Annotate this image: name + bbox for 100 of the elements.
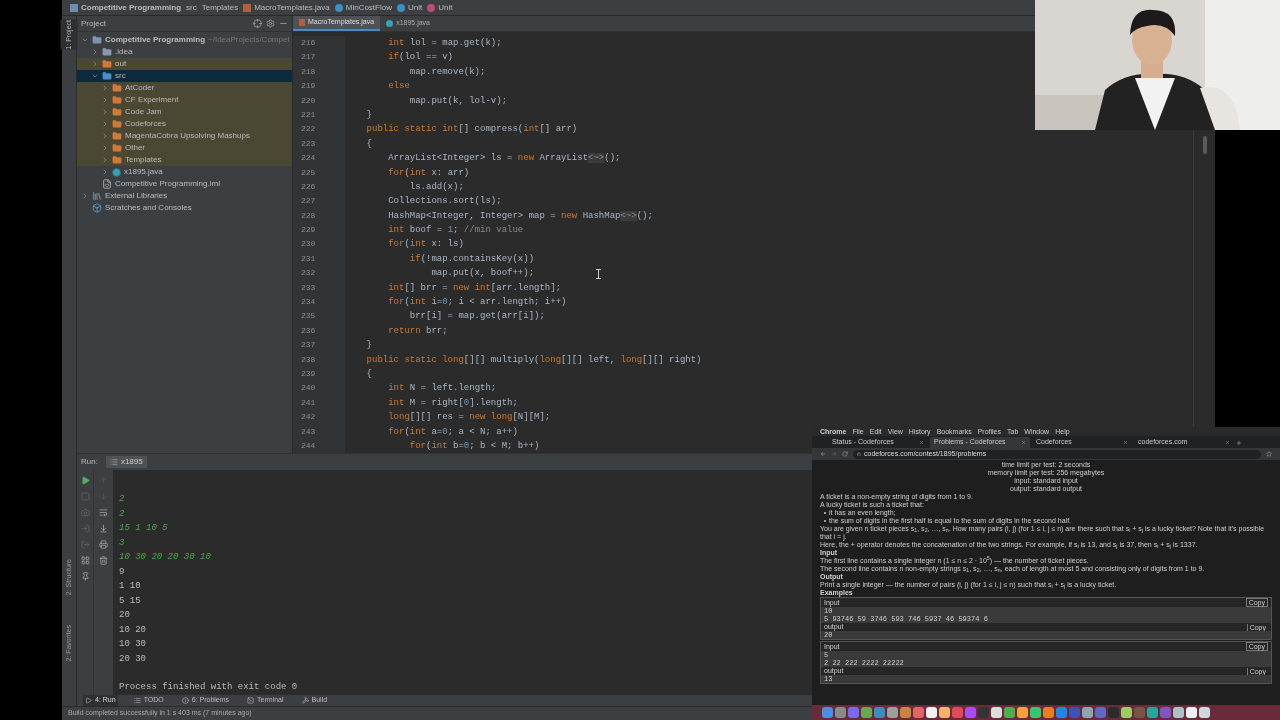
line-number: 223 <box>300 137 317 150</box>
tree-item[interactable]: Templates <box>77 154 292 166</box>
line-number: 235 <box>300 310 317 323</box>
scroll-to-end-icon[interactable] <box>99 524 108 534</box>
console-line: 10 20 <box>119 623 146 637</box>
console-line: 10 30 <box>119 638 146 652</box>
app-icon[interactable] <box>1082 707 1093 718</box>
tree-item[interactable]: out <box>77 58 292 70</box>
tree-item-label: MagentaCobra Upsolving Mashups <box>125 130 250 142</box>
code-line: HashMap<Integer, Integer> map = new HashMap<~>(); <box>387 209 653 223</box>
app-icon[interactable] <box>926 707 937 718</box>
bookmark-star-icon[interactable] <box>1266 451 1272 457</box>
tree-item[interactable]: src <box>77 70 292 82</box>
line-number: 225 <box>300 166 317 179</box>
breadcrumb[interactable]: Templates <box>201 1 239 14</box>
line-number: 222 <box>300 123 317 136</box>
close-icon[interactable] <box>1225 440 1230 445</box>
code-line: int M = right[0].length; <box>387 396 518 410</box>
app-icon[interactable] <box>1030 707 1041 718</box>
code-line: for(int i=0; i < arr.length; i++) <box>387 296 567 310</box>
line-number: 231 <box>300 252 317 265</box>
code-line: for(int b=0; b < M; b++) <box>408 439 540 453</box>
close-icon[interactable] <box>919 440 924 445</box>
panel-title[interactable]: Project <box>81 17 249 30</box>
reload-icon[interactable] <box>842 451 848 457</box>
app-icon[interactable] <box>1186 707 1197 718</box>
code-line: int N = left.length; <box>387 382 497 396</box>
console-line: Process finished with exit code 0 <box>119 681 298 695</box>
app-icon[interactable] <box>861 707 872 718</box>
app-icon[interactable] <box>900 707 911 718</box>
login-icon[interactable] <box>80 524 90 534</box>
hammer-icon <box>301 696 309 704</box>
tree-item[interactable]: AtCoder <box>77 82 292 94</box>
tree-item[interactable]: External Libraries <box>77 190 292 202</box>
forward-icon[interactable] <box>831 451 837 457</box>
tree-item[interactable]: Code Jam <box>77 106 292 118</box>
soft-wrap-icon[interactable] <box>99 508 108 518</box>
breadcrumb[interactable]: Unit <box>427 1 453 14</box>
breadcrumb[interactable]: MinCostFlow <box>334 1 392 14</box>
tree-item[interactable]: Other <box>77 142 292 154</box>
breadcrumb[interactable]: Unit <box>397 1 423 14</box>
class-file-icon <box>112 167 121 177</box>
terminal-icon <box>247 696 255 704</box>
line-number: 237 <box>300 339 317 352</box>
tree-item[interactable]: .idea <box>77 46 292 58</box>
tree-item[interactable]: x1895.java <box>77 166 292 178</box>
breadcrumb[interactable]: MacroTemplates.java <box>243 1 330 14</box>
console-line: 10 30 20 20 30 10 <box>119 551 211 565</box>
code-line: map.remove(k); <box>408 65 486 79</box>
pin-icon[interactable] <box>80 572 90 582</box>
trash-icon[interactable] <box>99 556 108 566</box>
console-line: 15 1 10 5 <box>119 522 168 536</box>
tree-item[interactable]: Scratches and Consoles <box>77 202 292 214</box>
run-tab[interactable]: x1895 <box>105 456 147 469</box>
app-icon[interactable] <box>887 707 898 718</box>
print-icon[interactable] <box>99 540 108 550</box>
java-file-icon <box>243 3 252 12</box>
app-icon[interactable] <box>991 707 1002 718</box>
run-icon[interactable] <box>80 476 90 486</box>
tree-item-label: AtCoder <box>125 82 155 94</box>
module-file-icon <box>102 179 112 189</box>
tree-item-label: External Libraries <box>105 190 168 202</box>
tree-item[interactable]: Competitive Programming.iml <box>77 178 292 190</box>
scrollbar-thumb[interactable] <box>1202 136 1207 154</box>
close-icon[interactable] <box>1123 440 1128 445</box>
line-number: 224 <box>300 152 317 165</box>
console-line: 2 <box>119 493 125 507</box>
tree-item[interactable]: MagentaCobra Upsolving Mashups <box>77 130 292 142</box>
line-number: 221 <box>300 108 317 121</box>
code-line: for(int a=0; a < N; a++) <box>387 425 518 439</box>
exit-icon[interactable] <box>80 540 90 550</box>
app-icon[interactable] <box>1043 707 1054 718</box>
app-icon[interactable] <box>1173 707 1184 718</box>
tree-item-label: Scratches and Consoles <box>105 202 192 214</box>
breadcrumb[interactable]: Competitive Programming <box>70 1 181 14</box>
back-icon[interactable] <box>820 451 826 457</box>
close-icon[interactable] <box>1021 440 1026 445</box>
tree-item-label: out <box>115 58 127 70</box>
app-icon[interactable] <box>822 707 833 718</box>
app-icon[interactable] <box>1147 707 1158 718</box>
stop-icon[interactable] <box>80 492 90 502</box>
breadcrumb[interactable]: src <box>186 1 197 14</box>
layout-icon[interactable] <box>80 556 90 566</box>
app-icon[interactable] <box>1121 707 1132 718</box>
line-number: 216 <box>300 37 317 49</box>
settings-icon[interactable] <box>266 19 275 28</box>
locate-icon[interactable] <box>253 19 262 28</box>
tree-item[interactable]: Codeforces <box>77 118 292 130</box>
new-tab-icon[interactable] <box>1236 440 1242 446</box>
app-icon[interactable] <box>1004 707 1015 718</box>
lock-icon <box>857 452 861 456</box>
tree-item[interactable]: CF Experiment <box>77 94 292 106</box>
app-icon[interactable] <box>939 707 950 718</box>
app-icon[interactable] <box>1017 707 1028 718</box>
camera-icon[interactable] <box>80 508 90 518</box>
console-line: 20 <box>119 609 130 623</box>
console-line: 20 30 <box>119 652 146 666</box>
app-icon[interactable] <box>1199 707 1210 718</box>
code-line: long[][] res = new long[N][M]; <box>387 411 551 425</box>
code-line: Collections.sort(ls); <box>387 195 502 209</box>
